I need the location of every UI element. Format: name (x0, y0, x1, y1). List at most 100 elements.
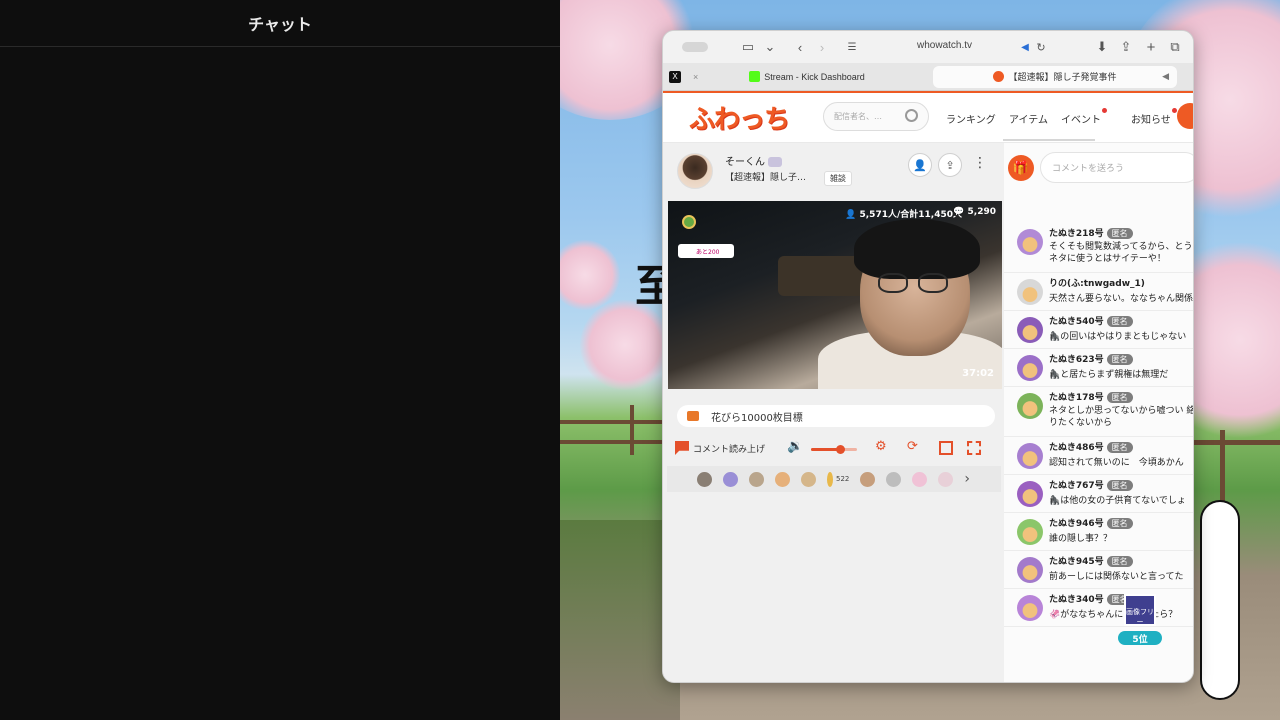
comment-item[interactable]: たぬき767号 匿名 🦍は他の女の子供育てないでしょ (1004, 475, 1193, 513)
gift-item-icon[interactable] (827, 471, 833, 487)
rank-badge[interactable]: 5位 (1118, 631, 1162, 645)
more-options-icon[interactable]: ⋮ (973, 155, 987, 171)
commenter-avatar[interactable] (1017, 229, 1043, 255)
comment-text: 🦍の回いはやはりまともじゃない (1049, 332, 1187, 342)
commenter-name[interactable]: たぬき486号 匿名 (1049, 440, 1133, 453)
share-icon[interactable]: ⇪ (1115, 36, 1137, 58)
nav-news[interactable]: お知らせ (1131, 108, 1177, 126)
gift-icon[interactable]: 🎁 (1008, 155, 1034, 181)
address-bar[interactable]: whowatch.tv (917, 40, 972, 51)
comment-list[interactable]: たぬき218号 匿名 そくそも閲覧数減ってるから、とう をネタに使うとはサイテーや！… (1004, 223, 1193, 627)
comment-item[interactable]: りの(ふ:tnwgadw_1) 天然さん要らない。ななちゃん関係 (1004, 273, 1193, 311)
commenter-avatar[interactable] (1017, 481, 1043, 507)
download-icon[interactable]: ⬇ (1091, 36, 1113, 58)
commenter-avatar[interactable] (1017, 595, 1043, 621)
rotate-icon[interactable]: ⟳ (907, 439, 921, 454)
commenter-avatar[interactable] (1017, 355, 1043, 381)
login-button[interactable] (1177, 103, 1193, 129)
commenter-name[interactable]: たぬき178号 匿名 (1049, 390, 1133, 403)
anonymous-badge: 匿名 (1106, 442, 1133, 453)
close-icon[interactable]: × (693, 72, 698, 82)
commenter-avatar[interactable] (1017, 279, 1043, 305)
comment-input[interactable]: コメントを送ろう (1040, 152, 1193, 183)
comment-item[interactable]: たぬき178号 匿名 ネタとしか思ってないから嘘つい 絡取りたくないから (1004, 387, 1193, 437)
nav-ranking[interactable]: ランキング (946, 111, 996, 126)
commenter-name-text: たぬき946号 (1049, 519, 1104, 529)
comment-item[interactable]: たぬき540号 匿名 🦍の回いはやはりまともじゃない (1004, 311, 1193, 349)
chevron-down-icon[interactable]: ⌄ (759, 36, 781, 58)
x-pinned-tab-icon[interactable]: X (669, 70, 681, 83)
gift-item-icon[interactable] (697, 471, 712, 487)
gift-item-icon[interactable] (912, 471, 928, 487)
comment-item[interactable]: たぬき946号 匿名 誰の隠し事？？ (1004, 513, 1193, 551)
comment-item[interactable]: たぬき340号 匿名 🦑がななちゃんに たら？ (1004, 589, 1193, 627)
volume-icon[interactable]: 🔉 (787, 439, 803, 454)
gift-item-icon[interactable] (938, 471, 954, 487)
comment-item[interactable]: たぬき218号 匿名 そくそも閲覧数減ってるから、とう をネタに使うとはサイテーや！ (1004, 223, 1193, 273)
settings-icon[interactable]: ⚙ (875, 439, 889, 454)
reader-icon[interactable]: ☰ (841, 36, 863, 58)
broadcaster-avatar[interactable] (677, 152, 713, 189)
reload-icon[interactable]: ↻ (1030, 36, 1052, 58)
anonymous-badge: 匿名 (1106, 354, 1133, 365)
category-tag[interactable]: 雑談 (824, 171, 852, 186)
commenter-avatar[interactable] (1017, 317, 1043, 343)
gift-item-icon[interactable] (860, 471, 876, 487)
commenter-avatar[interactable] (1017, 443, 1043, 469)
commenter-name[interactable]: りの(ふ:tnwgadw_1) (1049, 276, 1145, 289)
read-aloud-icon[interactable] (675, 441, 689, 455)
comment-item[interactable]: たぬき623号 匿名 🦍と居たらまず親権は無理だ (1004, 349, 1193, 387)
commenter-name[interactable]: たぬき218号 匿名 (1049, 226, 1133, 239)
video-player[interactable]: あと200 👤 5,571人/合計11,450人 💬 5,290 37:02 (668, 201, 1002, 389)
site-logo[interactable]: ふわっち (689, 99, 790, 136)
search-input[interactable]: 配信者名、… (823, 102, 929, 131)
commenter-name[interactable]: たぬき540号 匿名 (1049, 314, 1133, 327)
pip-icon[interactable] (939, 441, 953, 455)
sidebar-icon[interactable]: ▭ (737, 36, 759, 58)
gift-item-icon[interactable] (749, 471, 764, 487)
gift-item-icon[interactable] (723, 471, 738, 487)
gift-item-icon[interactable] (775, 471, 790, 487)
comment-item[interactable]: たぬき945号 匿名 前あーしには関係ないと言ってた (1004, 551, 1193, 589)
commenter-name[interactable]: たぬき340号 匿名 (1049, 592, 1133, 605)
back-icon[interactable]: ‹ (789, 36, 811, 58)
goal-remaining-badge: あと200 (678, 244, 734, 258)
volume-slider[interactable] (811, 445, 857, 454)
volume-knob[interactable] (835, 445, 845, 454)
window-tile-icon[interactable] (675, 36, 715, 58)
gem-icon (768, 157, 783, 167)
search-icon[interactable] (905, 109, 918, 122)
broadcaster-name-text: そーくん (725, 157, 765, 168)
anonymous-badge: 匿名 (1106, 480, 1133, 491)
goal-bar[interactable]: 花びら10000枚目標 (677, 405, 995, 427)
comment-item[interactable]: たぬき486号 匿名 認知されて無いのに 今頃あかん (1004, 437, 1193, 475)
broadcaster-name[interactable]: そーくん (725, 153, 783, 168)
share-icon[interactable]: ⇪ (938, 153, 962, 177)
nav-items[interactable]: アイテム (1009, 111, 1048, 126)
forward-icon[interactable]: › (811, 36, 833, 58)
follow-icon[interactable]: 👤 (908, 153, 932, 177)
commenter-name[interactable]: たぬき623号 匿名 (1049, 352, 1133, 365)
nav-events[interactable]: イベント (1061, 108, 1107, 126)
tab-whowatch[interactable]: 【超速報】隠し子発覚事件 ◀ (933, 65, 1177, 88)
commenter-name[interactable]: たぬき946号 匿名 (1049, 516, 1133, 529)
commenter-avatar[interactable] (1017, 557, 1043, 583)
ranking-card[interactable]: 画像フリー (1124, 594, 1156, 626)
browser-toolbar: ▭ ⌄ ‹ › ☰ whowatch.tv ◀ ↻ ⬇ ⇪ + ⧉ (663, 31, 1193, 63)
gift-item-icon[interactable] (801, 471, 816, 487)
commenter-avatar[interactable] (1017, 393, 1043, 419)
read-aloud-label[interactable]: コメント読み上げ (693, 442, 765, 455)
commenter-avatar[interactable] (1017, 519, 1043, 545)
browser-window: ▭ ⌄ ‹ › ☰ whowatch.tv ◀ ↻ ⬇ ⇪ + ⧉ X × St… (662, 30, 1194, 683)
new-tab-icon[interactable]: + (1140, 36, 1162, 58)
commenter-name[interactable]: たぬき945号 匿名 (1049, 554, 1133, 567)
tab-kick-dashboard[interactable]: × Stream - Kick Dashboard (687, 65, 927, 88)
audio-playing-icon[interactable]: ◀ (1162, 71, 1169, 82)
horizontal-scrollbar[interactable] (1003, 139, 1095, 141)
gift-item-icon[interactable] (886, 471, 902, 487)
fullscreen-icon[interactable] (967, 441, 981, 455)
chevron-right-icon[interactable]: › (964, 471, 970, 487)
commenter-name[interactable]: たぬき767号 匿名 (1049, 478, 1133, 491)
tab-overview-icon[interactable]: ⧉ (1164, 36, 1186, 58)
item-icon[interactable] (682, 215, 696, 229)
